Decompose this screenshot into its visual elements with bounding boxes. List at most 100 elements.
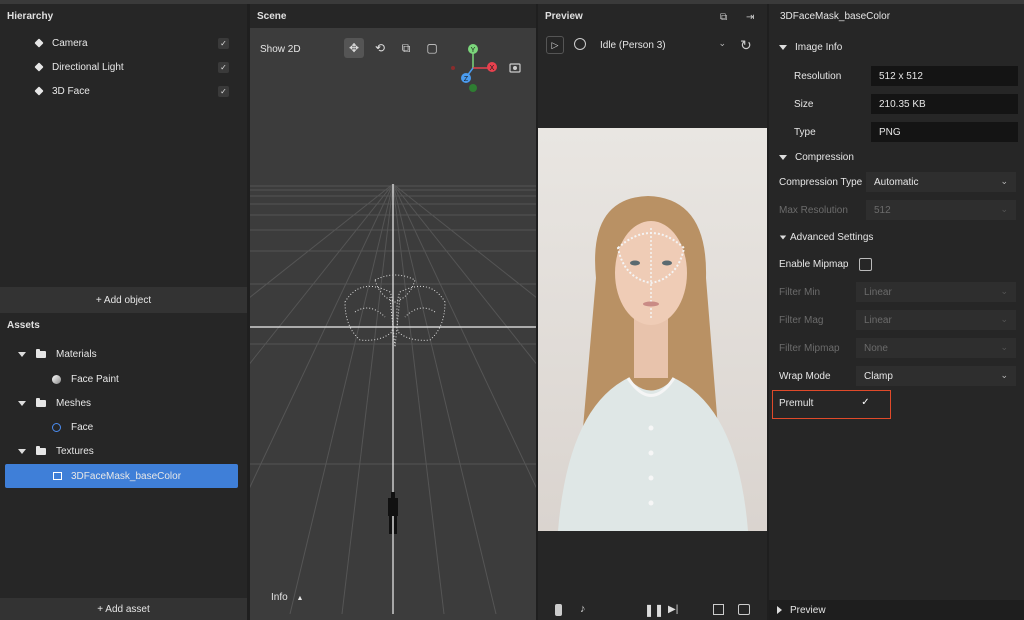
popout-icon[interactable]: ⧉ <box>720 12 727 23</box>
device-value: Idle (Person 3) <box>600 39 666 51</box>
visibility-checkbox[interactable]: ✓ <box>218 61 229 73</box>
filter-mag-select[interactable]: Linear ⌄ <box>856 310 1016 330</box>
asset-item-face-paint[interactable]: Face Paint <box>52 368 119 390</box>
hierarchy-item-3d-face[interactable]: 3D Face ✓ <box>34 80 247 102</box>
move-tool-button[interactable]: ✥ <box>344 38 364 58</box>
select-value: None <box>864 343 888 354</box>
preview-panel: Preview ⧉ ⇥ ▷ Idle (Person 3) ⌄ ↻ ♪ ❚❚ ▶… <box>538 4 767 620</box>
inspector-title: 3DFaceMask_baseColor <box>780 11 891 22</box>
expand-icon[interactable] <box>18 400 26 406</box>
hierarchy-item-label: Camera <box>52 37 88 49</box>
chevron-down-icon: ⌄ <box>1000 342 1008 352</box>
asset-label: Face <box>71 421 94 433</box>
resolution-field: 512 x 512 <box>871 66 1018 86</box>
material-icon <box>52 374 61 384</box>
folder-icon <box>36 397 46 407</box>
filter-mipmap-label: Filter Mipmap <box>779 343 840 354</box>
filter-mipmap-select[interactable]: None ⌄ <box>856 338 1016 358</box>
face-mask-mesh <box>344 274 446 348</box>
resolution-label: Resolution <box>794 71 842 82</box>
visibility-checkbox[interactable]: ✓ <box>218 37 229 49</box>
section-image-info[interactable]: Image Info <box>779 42 842 53</box>
object-icon <box>34 62 44 72</box>
step-forward-icon[interactable]: ▶| <box>668 604 678 615</box>
collapse-icon <box>779 235 787 240</box>
preview-viewport[interactable] <box>538 128 767 531</box>
inspector-panel: 3DFaceMask_baseColor Image Info Resoluti… <box>769 4 1024 620</box>
chevron-down-icon: ⌄ <box>1000 370 1008 380</box>
section-label: Image Info <box>795 42 843 53</box>
info-toggle[interactable]: Info ▲ <box>271 592 303 603</box>
section-label: Advanced Settings <box>790 232 874 243</box>
enable-mipmap-label: Enable Mipmap <box>779 259 849 270</box>
chevron-down-icon: ⌄ <box>718 38 726 48</box>
orientation-gizmo[interactable]: Y X Z <box>446 42 526 96</box>
type-label: Type <box>794 127 816 138</box>
scale-tool-button[interactable]: ⧉ <box>396 38 416 58</box>
gizmo-x-label: X <box>490 65 495 72</box>
wrap-mode-label: Wrap Mode <box>779 371 831 382</box>
expand-icon[interactable] <box>18 448 26 454</box>
device-dropdown[interactable]: Idle (Person 3) ⌄ <box>600 36 732 54</box>
hierarchy-item-directional-light[interactable]: Directional Light ✓ <box>34 56 247 78</box>
asset-label: 3DFaceMask_baseColor <box>71 470 182 482</box>
asset-folder-materials[interactable]: Materials <box>18 343 97 365</box>
filter-mag-label: Filter Mag <box>779 315 824 326</box>
add-asset-button[interactable]: + Add asset <box>0 598 247 620</box>
rect-tool-button[interactable]: ▢ <box>422 38 442 58</box>
assets-title: Assets <box>7 320 40 331</box>
filter-min-select[interactable]: Linear ⌄ <box>856 282 1016 302</box>
max-resolution-select[interactable]: 512 ⌄ <box>866 200 1016 220</box>
folder-icon <box>36 445 46 455</box>
rotate-tool-button[interactable]: ⟲ <box>370 38 390 58</box>
folder-icon <box>36 348 46 358</box>
asset-label: Materials <box>56 348 97 360</box>
asset-label: Meshes <box>56 397 92 409</box>
asset-item-face[interactable]: Face <box>52 416 93 438</box>
texture-icon <box>53 472 62 480</box>
collapse-icon <box>779 45 787 50</box>
tiktok-icon[interactable]: ♪ <box>580 603 586 615</box>
visibility-checkbox[interactable]: ✓ <box>218 85 229 97</box>
exit-icon[interactable]: ⇥ <box>746 12 754 23</box>
device-icon[interactable] <box>555 604 562 616</box>
section-compression[interactable]: Compression <box>779 152 854 163</box>
filter-min-label: Filter Min <box>779 287 821 298</box>
section-advanced-settings[interactable]: Advanced Settings <box>779 232 873 243</box>
pause-icon[interactable]: ❚❚ <box>644 603 664 617</box>
wrap-mode-select[interactable]: Clamp ⌄ <box>856 366 1016 386</box>
gizmo-y-label: Y <box>471 47 476 54</box>
select-value: Clamp <box>864 371 893 382</box>
premult-highlight-box <box>772 390 891 419</box>
object-icon <box>34 38 44 48</box>
expand-icon[interactable] <box>18 351 26 357</box>
chevron-down-icon: ⌄ <box>1000 286 1008 296</box>
scene-panel: Scene Show 2D ✥ ⟲ ⧉ ▢ Y X Z Info ▲ <box>250 4 536 620</box>
gizmo-z-label: Z <box>464 76 469 83</box>
enable-mipmap-checkbox[interactable] <box>859 258 872 271</box>
asset-folder-textures[interactable]: Textures <box>18 440 94 462</box>
add-object-button[interactable]: + Add object <box>0 287 247 313</box>
scene-grid <box>250 184 536 614</box>
type-field: PNG <box>871 122 1018 142</box>
size-label: Size <box>794 99 814 110</box>
section-label: Compression <box>795 152 854 163</box>
object-icon <box>34 86 44 96</box>
assets-panel: Assets Materials Face Paint Meshes Face … <box>0 313 247 598</box>
preview-section-bar[interactable]: Preview <box>769 600 1024 620</box>
compression-type-select[interactable]: Automatic ⌄ <box>866 172 1016 192</box>
person-silhouette <box>388 492 398 534</box>
section-label: Preview <box>790 605 826 616</box>
show-2d-toggle[interactable]: Show 2D <box>260 44 301 55</box>
hierarchy-item-label: 3D Face <box>52 85 90 97</box>
camera-mode-icon[interactable] <box>574 38 586 50</box>
asset-folder-meshes[interactable]: Meshes <box>18 392 91 414</box>
refresh-icon[interactable]: ↻ <box>740 37 752 54</box>
hierarchy-item-camera[interactable]: Camera ✓ <box>34 32 247 54</box>
play-preview-button[interactable]: ▷ <box>546 36 564 54</box>
screenshot-icon[interactable] <box>738 604 750 615</box>
asset-item-texture-selected[interactable]: 3DFaceMask_baseColor <box>5 464 238 488</box>
crop-icon[interactable] <box>713 604 724 615</box>
preview-title: Preview <box>545 11 583 22</box>
hierarchy-panel: Hierarchy Camera ✓ Directional Light ✓ 3… <box>0 4 247 287</box>
